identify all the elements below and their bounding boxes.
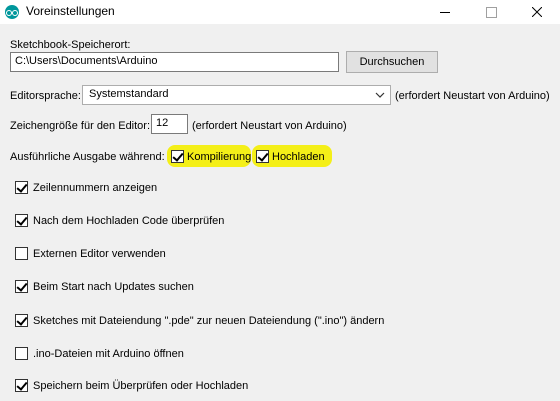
sketchbook-location-label: Sketchbook-Speicherort: — [10, 39, 131, 51]
editor-language-select[interactable]: Systemstandard — [82, 85, 391, 105]
open-ino-files-checkbox[interactable] — [15, 347, 28, 360]
save-on-verify-label: Speichern beim Überprüfen oder Hochladen — [33, 380, 249, 392]
editor-language-note: (erfordert Neustart von Arduino) — [395, 90, 550, 102]
pde-to-ino-checkbox[interactable] — [15, 314, 28, 327]
maximize-button[interactable] — [468, 0, 514, 24]
sketchbook-path-input[interactable]: C:\Users\Documents\Arduino — [10, 52, 339, 72]
external-editor-label: Externen Editor verwenden — [33, 248, 166, 260]
browse-button[interactable]: Durchsuchen — [346, 51, 438, 73]
verify-after-upload-checkbox[interactable] — [15, 214, 28, 227]
window-title: Voreinstellungen — [26, 4, 115, 18]
chevron-down-icon — [375, 92, 385, 98]
check-updates-checkbox[interactable] — [15, 280, 28, 293]
pde-to-ino-label: Sketches mit Dateiendung ".pde" zur neue… — [33, 315, 385, 327]
verbose-output-label: Ausführliche Ausgabe während: — [10, 151, 165, 163]
title-bar[interactable]: Voreinstellungen — [0, 0, 560, 24]
show-line-numbers-label: Zeilennummern anzeigen — [33, 182, 158, 194]
font-size-note: (erfordert Neustart von Arduino) — [192, 120, 347, 132]
maximize-icon — [485, 6, 497, 18]
minimize-button[interactable] — [422, 0, 468, 24]
compile-label: Kompilierung — [187, 151, 252, 163]
editor-language-label: Editorsprache: — [10, 90, 81, 102]
show-line-numbers-checkbox[interactable] — [15, 181, 28, 194]
preferences-panel: Sketchbook-Speicherort: C:\Users\Documen… — [0, 24, 560, 401]
close-icon — [532, 7, 542, 17]
check-updates-label: Beim Start nach Updates suchen — [33, 281, 194, 293]
upload-checkbox[interactable] — [256, 150, 269, 163]
compile-checkbox[interactable] — [171, 150, 184, 163]
arduino-app-icon — [5, 5, 19, 19]
close-button[interactable] — [514, 0, 560, 24]
font-size-input[interactable]: 12 — [151, 114, 188, 134]
verify-after-upload-label: Nach dem Hochladen Code überprüfen — [33, 215, 225, 227]
save-on-verify-checkbox[interactable] — [15, 379, 28, 392]
upload-label: Hochladen — [272, 151, 325, 163]
external-editor-checkbox[interactable] — [15, 247, 28, 260]
minimize-icon — [440, 11, 450, 13]
font-size-label: Zeichengröße für den Editor: — [10, 120, 151, 132]
open-ino-files-label: .ino-Dateien mit Arduino öffnen — [33, 348, 184, 360]
editor-language-value: Systemstandard — [89, 88, 169, 100]
